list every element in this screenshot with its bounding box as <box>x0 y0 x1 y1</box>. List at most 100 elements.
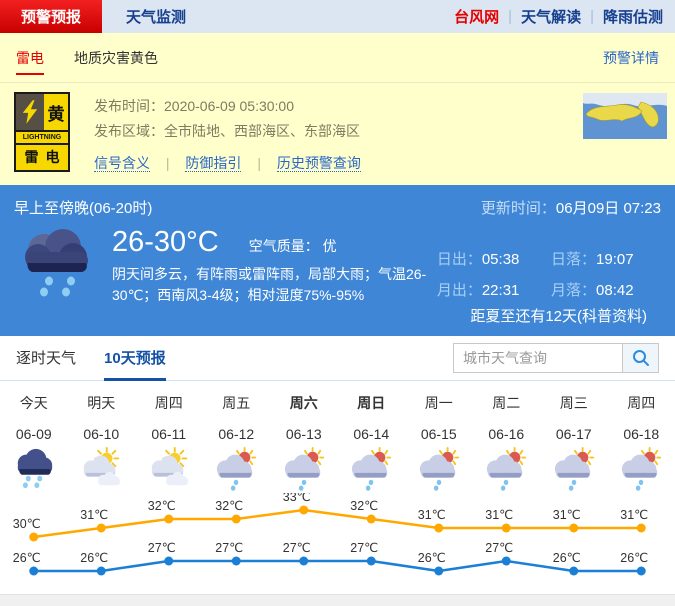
lightning-bolt-icon <box>16 94 44 130</box>
svg-text:26℃: 26℃ <box>553 551 581 565</box>
top-links: 台风网 | 天气解读 | 降雨估测 <box>454 0 675 33</box>
science-info-link[interactable]: (科普资料) <box>577 308 647 325</box>
svg-text:27℃: 27℃ <box>485 541 513 555</box>
warning-type-nav: 雷电 地质灾害黄色 预警详情 <box>0 33 675 83</box>
warning-info: 发布时间：2020-06-09 05:30:00 发布区域：全市陆地、西部海区、… <box>94 92 361 185</box>
svg-text:33℃: 33℃ <box>283 493 311 504</box>
tab-hourly-weather[interactable]: 逐时天气 <box>16 336 76 381</box>
partly-weather-icon <box>135 447 203 493</box>
forecast-day-label: 周二 <box>473 393 541 413</box>
current-period-title: 早上至傍晚(06-20时) <box>14 197 152 218</box>
svg-text:31℃: 31℃ <box>553 508 581 522</box>
forecast-day-label: 周四 <box>608 393 675 413</box>
forecast-date: 06-17 <box>540 426 608 442</box>
divider: | <box>257 155 261 171</box>
air-quality-value: 优 <box>323 238 337 254</box>
svg-text:32℃: 32℃ <box>350 499 378 513</box>
temperature-chart-wrap: 30℃31℃32℃32℃33℃32℃31℃31℃31℃31℃26℃26℃27℃2… <box>0 493 675 594</box>
rain-weather-icon <box>0 447 68 493</box>
warning-detail-link[interactable]: 预警详情 <box>603 48 659 68</box>
svg-text:26℃: 26℃ <box>13 551 41 565</box>
warning-panel: 黄 LIGHTNING 雷电 发布时间：2020-06-09 05:30:00 … <box>0 83 675 185</box>
divider: | <box>508 8 512 25</box>
forecast-day-label: 周日 <box>338 393 406 413</box>
warning-level-label: 黄 <box>44 94 68 130</box>
city-search-input[interactable] <box>453 343 623 373</box>
update-time-label: 更新时间： <box>481 200 556 217</box>
rain-cloud-icon <box>16 226 100 304</box>
top-nav-bar: 预警预报 天气监测 台风网 | 天气解读 | 降雨估测 <box>0 0 675 33</box>
forecast-day-label: 明天 <box>68 393 136 413</box>
current-weather-panel: 早上至傍晚(06-20时) 更新时间：06月09日 07:23 26-30°C … <box>0 185 675 336</box>
forecast-day-label: 周四 <box>135 393 203 413</box>
sun-moon-times: 日出：05:38 日落：19:07 月出：22:31 月落：08:42 <box>437 248 661 310</box>
forecast-date: 06-16 <box>473 426 541 442</box>
svg-text:31℃: 31℃ <box>620 508 648 522</box>
divider: | <box>166 155 170 171</box>
svg-text:27℃: 27℃ <box>215 541 243 555</box>
solstice-countdown: 距夏至还有12天(科普资料) <box>470 305 647 326</box>
tab-ten-day-forecast[interactable]: 10天预报 <box>104 336 166 381</box>
link-defense-guide[interactable]: 防御指引 <box>185 155 241 172</box>
warning-tab-geological[interactable]: 地质灾害黄色 <box>74 48 158 68</box>
page-bottom-strip <box>0 594 675 606</box>
warning-badge-type-label: 雷电 <box>16 145 68 168</box>
warning-badge-en-label: LIGHTNING <box>16 130 68 145</box>
link-weather-explain[interactable]: 天气解读 <box>521 6 581 27</box>
sunrise-label: 日出： <box>437 251 482 268</box>
forecast-day-label: 周一 <box>405 393 473 413</box>
shower-weather-icon <box>203 447 271 493</box>
svg-text:26℃: 26℃ <box>80 551 108 565</box>
svg-text:31℃: 31℃ <box>418 508 446 522</box>
svg-text:27℃: 27℃ <box>283 541 311 555</box>
forecast-date: 06-15 <box>405 426 473 442</box>
forecast-date: 06-12 <box>203 426 271 442</box>
svg-text:31℃: 31℃ <box>80 508 108 522</box>
forecast-day-label: 周三 <box>540 393 608 413</box>
shower-weather-icon <box>405 447 473 493</box>
sunset-value: 19:07 <box>596 251 634 268</box>
divider: | <box>590 8 594 25</box>
forecast-dates-row: 06-0906-1006-1106-1206-1306-1406-1506-16… <box>0 426 675 442</box>
update-time: 更新时间：06月09日 07:23 <box>481 197 661 218</box>
publish-area-value: 全市陆地、西部海区、东部海区 <box>164 123 360 139</box>
forecast-date: 06-13 <box>270 426 338 442</box>
forecast-date: 06-09 <box>0 426 68 442</box>
warning-tab-lightning[interactable]: 雷电 <box>16 48 44 68</box>
link-rain-estimate[interactable]: 降雨估测 <box>603 6 663 27</box>
forecast-day-label: 今天 <box>0 393 68 413</box>
svg-text:31℃: 31℃ <box>485 508 513 522</box>
moonrise-label: 月出： <box>437 282 482 299</box>
forecast-day-label: 周五 <box>203 393 271 413</box>
moonset-label: 月落： <box>551 282 596 299</box>
svg-text:30℃: 30℃ <box>13 517 41 531</box>
forecast-date: 06-11 <box>135 426 203 442</box>
svg-text:26℃: 26℃ <box>620 551 648 565</box>
publish-area-label: 发布区域： <box>94 123 164 139</box>
forecast-days-row: 今天明天周四周五周六周日周一周二周三周四 <box>0 393 675 413</box>
link-signal-meaning[interactable]: 信号含义 <box>94 155 150 172</box>
search-icon <box>632 349 650 367</box>
publish-time-label: 发布时间： <box>94 98 164 114</box>
moonrise-value: 22:31 <box>482 282 520 299</box>
link-typhoon-net[interactable]: 台风网 <box>454 6 499 27</box>
moonset-value: 08:42 <box>596 282 634 299</box>
tab-weather-monitor[interactable]: 天气监测 <box>102 0 210 33</box>
tab-warning-forecast[interactable]: 预警预报 <box>0 0 102 33</box>
city-search <box>453 343 659 373</box>
forecast-tabs-bar: 逐时天气 10天预报 <box>0 336 675 381</box>
warning-region-map[interactable] <box>583 93 667 139</box>
temperature-range: 26-30°C <box>112 226 219 259</box>
warning-tab-geological-label: 地质灾害黄色 <box>74 50 158 66</box>
sunset-label: 日落： <box>551 251 596 268</box>
svg-text:32℃: 32℃ <box>148 499 176 513</box>
svg-text:27℃: 27℃ <box>148 541 176 555</box>
update-time-value: 06月09日 07:23 <box>556 200 661 217</box>
air-quality-label: 空气质量： <box>249 238 319 254</box>
weather-description: 阴天间多云，有阵雨或雷阵雨，局部大雨；气温26-30℃；西南风3-4级；相对湿度… <box>112 264 431 306</box>
link-warning-history[interactable]: 历史预警查询 <box>277 155 361 172</box>
forecast-date: 06-14 <box>338 426 406 442</box>
solstice-countdown-text: 距夏至还有12天 <box>470 308 577 325</box>
search-button[interactable] <box>623 343 659 373</box>
forecast-day-label: 周六 <box>270 393 338 413</box>
